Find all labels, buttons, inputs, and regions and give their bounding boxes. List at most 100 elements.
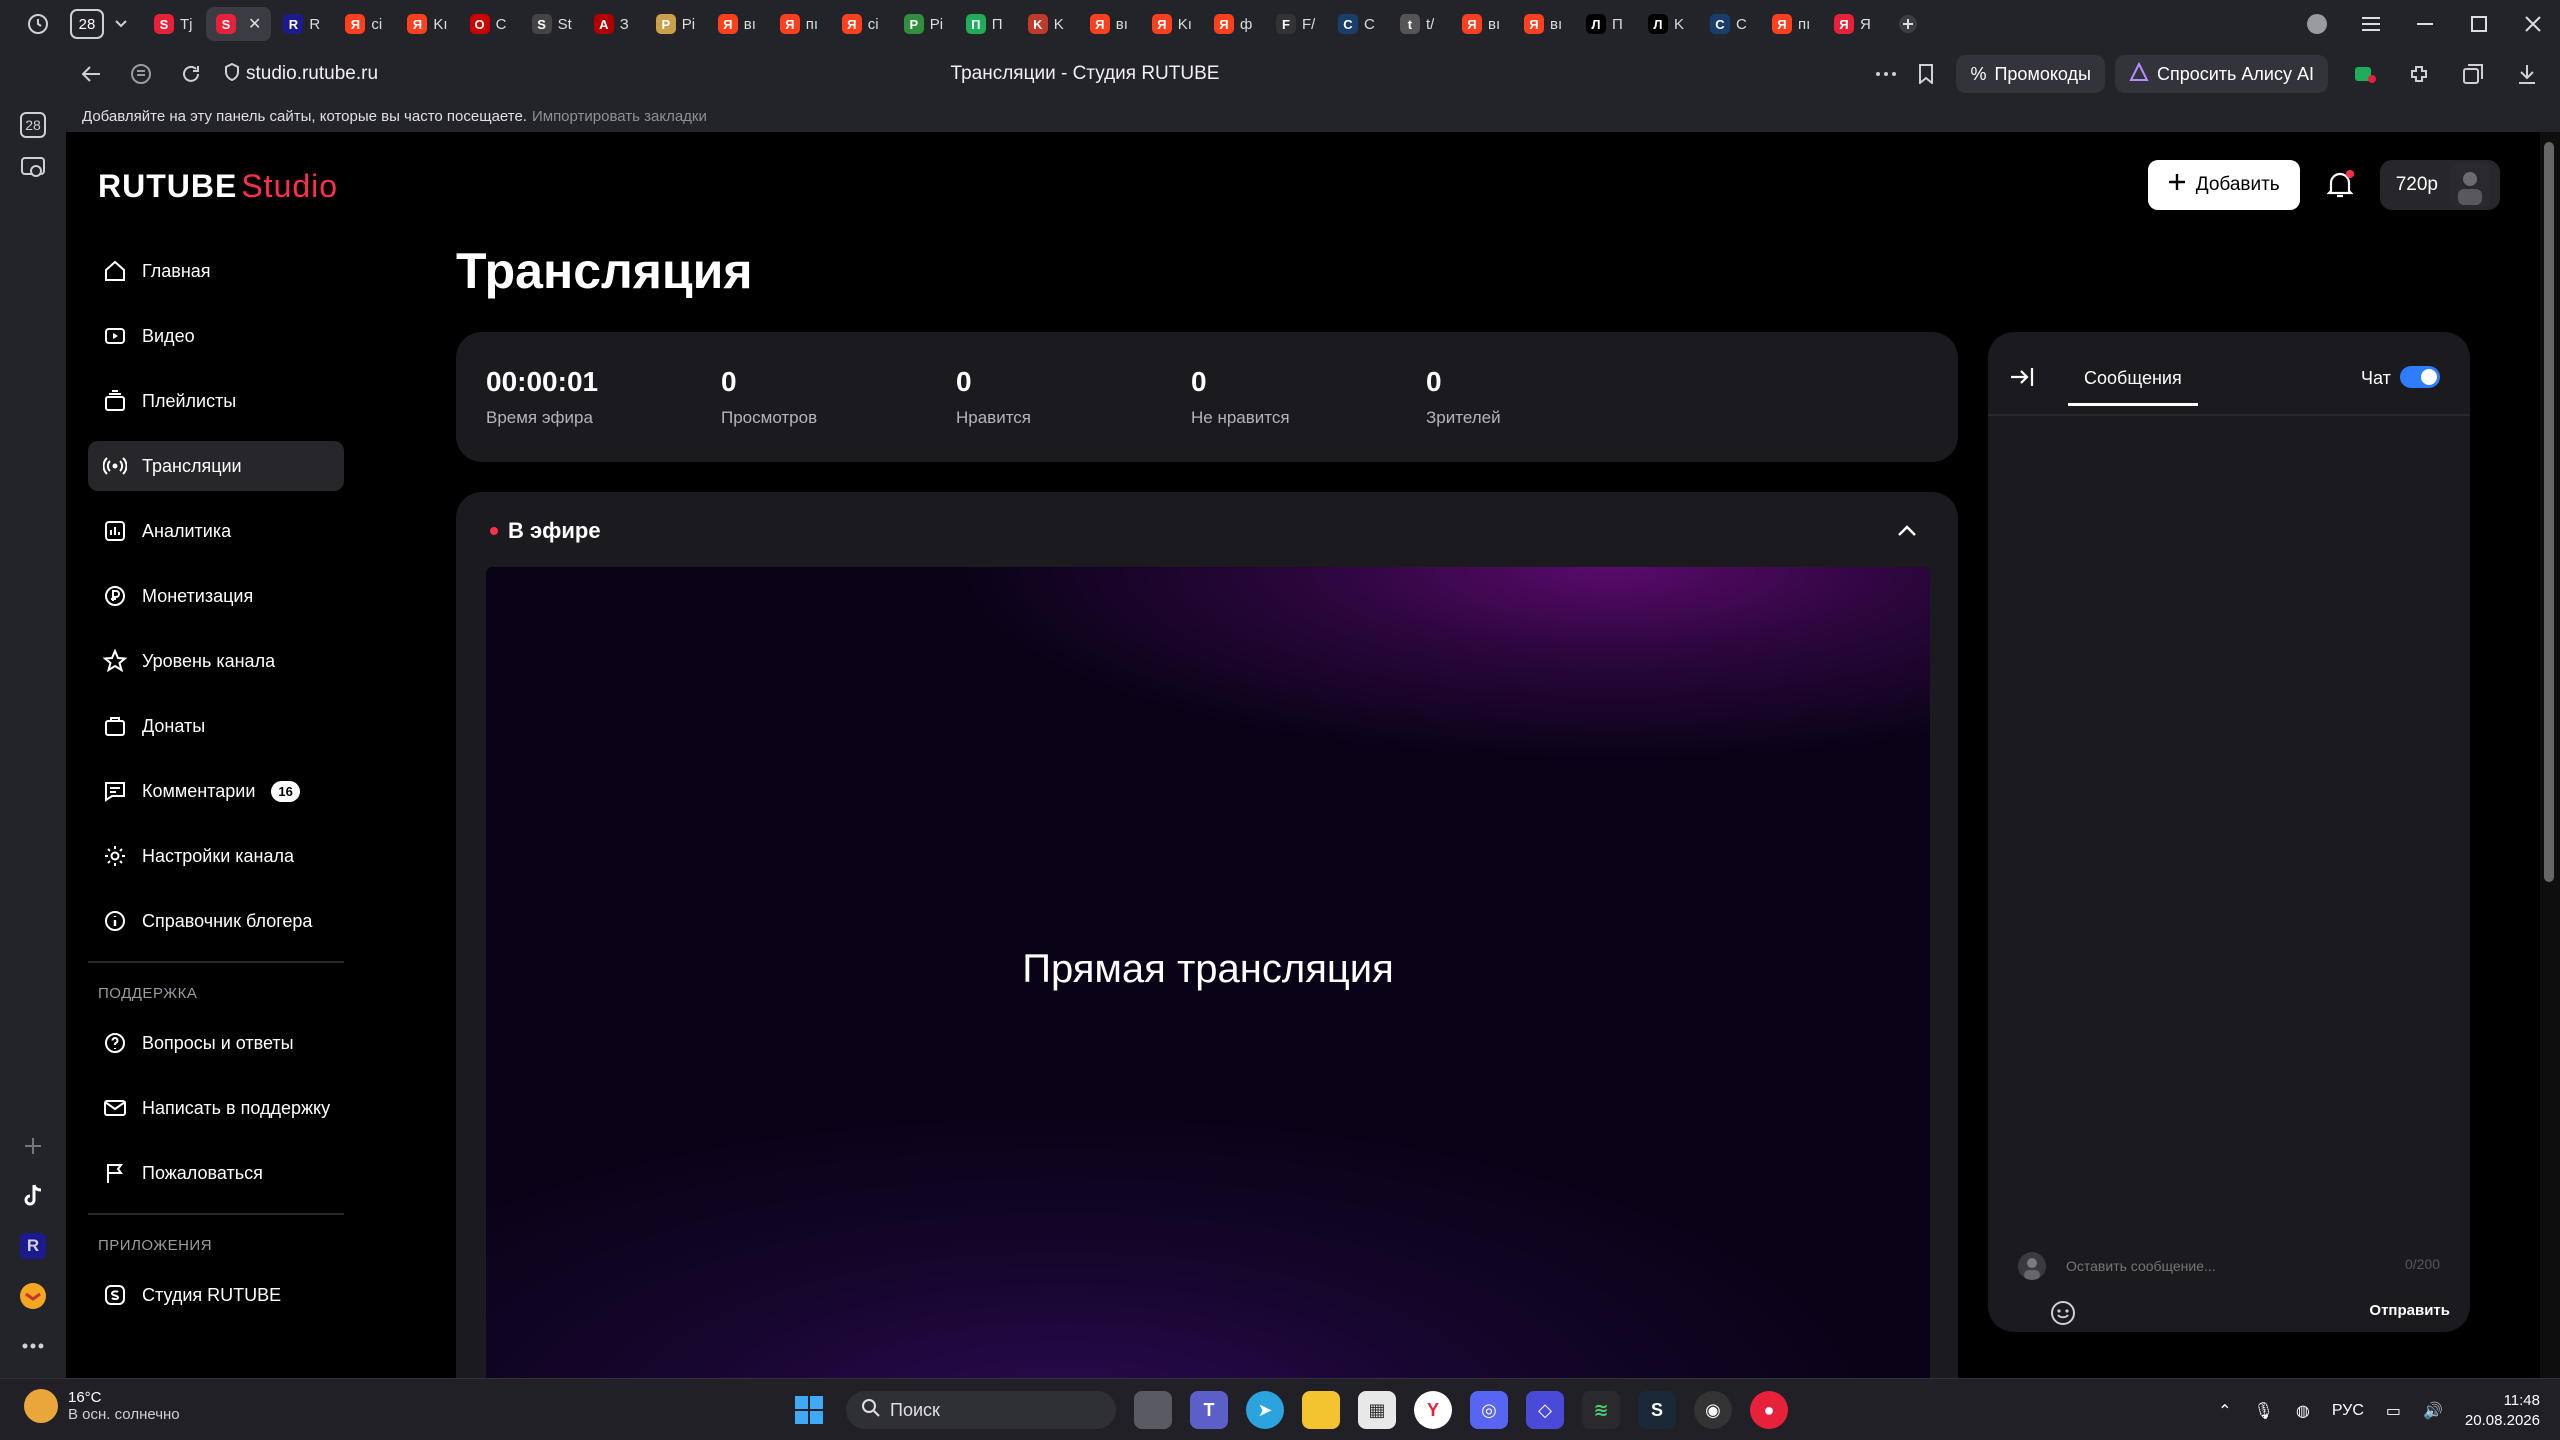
scrollbar-thumb[interactable] bbox=[2544, 142, 2554, 882]
tiktok-icon[interactable] bbox=[13, 1176, 53, 1216]
sidebar-item-analytics[interactable]: Аналитика bbox=[88, 506, 344, 556]
more-icon[interactable] bbox=[13, 1326, 53, 1366]
microphone-app-icon[interactable]: ● bbox=[1750, 1391, 1788, 1429]
browser-tab[interactable]: Я Kı bbox=[1142, 7, 1202, 41]
display-icon[interactable]: ▭ bbox=[2386, 1401, 2401, 1421]
new-tab-icon[interactable] bbox=[1888, 4, 1928, 44]
quality-selector[interactable]: 720p bbox=[2379, 160, 2500, 210]
promo-button[interactable]: % Промокоды bbox=[1956, 55, 2105, 93]
rutube-studio-logo[interactable]: RUTUBE Studio bbox=[98, 168, 338, 205]
browser-tab[interactable]: P Pi bbox=[894, 7, 954, 41]
tabs-panel-icon[interactable]: 28 bbox=[20, 112, 46, 138]
add-panel-icon[interactable] bbox=[13, 1126, 53, 1166]
sidebar-item-home[interactable]: Главная bbox=[88, 246, 344, 296]
maximize-icon[interactable] bbox=[2452, 0, 2506, 48]
chevron-up-icon[interactable]: ⌃ bbox=[2218, 1401, 2231, 1421]
close-tab-icon[interactable]: ✕ bbox=[248, 14, 261, 34]
sidebar-item-gear[interactable]: Настройки канала bbox=[88, 831, 344, 881]
collections-panel-icon[interactable] bbox=[2446, 48, 2500, 100]
history-icon[interactable] bbox=[18, 4, 58, 44]
browser-tab[interactable]: ЯЯ bbox=[1824, 7, 1884, 41]
import-bookmarks-link[interactable]: Импортировать закладки bbox=[532, 108, 707, 125]
task-view-icon[interactable] bbox=[1134, 1391, 1172, 1429]
browser-tab[interactable]: Япı bbox=[1762, 7, 1822, 41]
sidebar-item-playlist[interactable]: Плейлисты bbox=[88, 376, 344, 426]
browser-tab[interactable]: СС bbox=[1328, 7, 1388, 41]
chevron-down-icon[interactable] bbox=[104, 4, 138, 44]
close-icon[interactable] bbox=[2506, 0, 2560, 48]
network-icon[interactable]: ◍ bbox=[2296, 1401, 2310, 1421]
send-button[interactable]: Отправить bbox=[2369, 1302, 2450, 1319]
collapse-chat-icon[interactable] bbox=[2002, 362, 2042, 392]
microphone-icon[interactable]: 🎙 bbox=[2254, 1401, 2274, 1421]
sidebar-item-video[interactable]: Видео bbox=[88, 311, 344, 361]
app-icon-indigo[interactable]: ◇ bbox=[1526, 1391, 1564, 1429]
download-icon[interactable] bbox=[2500, 48, 2554, 100]
sidebar-item-help[interactable]: Вопросы и ответы bbox=[88, 1018, 344, 1068]
profile-icon[interactable] bbox=[2290, 0, 2344, 48]
mail-panel-icon[interactable] bbox=[13, 1276, 53, 1316]
sidebar-item-flag[interactable]: Пожаловаться bbox=[88, 1148, 344, 1198]
app-icon-green[interactable]: ≋ bbox=[1582, 1391, 1620, 1429]
menu-icon[interactable] bbox=[2344, 0, 2398, 48]
browser-tab[interactable]: Явı bbox=[1080, 7, 1140, 41]
browser-tab[interactable]: S Тj bbox=[144, 7, 204, 41]
protect-icon[interactable] bbox=[116, 48, 166, 100]
browser-tab[interactable]: ПП bbox=[956, 7, 1016, 41]
bookmark-icon[interactable] bbox=[1906, 48, 1946, 100]
reload-icon[interactable] bbox=[166, 48, 216, 100]
extensions-icon[interactable] bbox=[2392, 48, 2446, 100]
browser-tab[interactable]: ЛП bbox=[1576, 7, 1636, 41]
browser-tab[interactable]: t t/ bbox=[1390, 7, 1450, 41]
emoji-icon[interactable] bbox=[2048, 1298, 2078, 1328]
chat-message-input[interactable] bbox=[2066, 1258, 2316, 1274]
yandex-browser-icon[interactable]: Y bbox=[1414, 1391, 1452, 1429]
browser-tab[interactable]: ЛK bbox=[1638, 7, 1698, 41]
tab-messages[interactable]: Сообщения bbox=[2068, 358, 2198, 406]
browser-tab[interactable]: Явı bbox=[708, 7, 768, 41]
chat-toggle[interactable] bbox=[2400, 366, 2440, 388]
sidebar-item-broadcast[interactable]: Трансляции bbox=[88, 441, 344, 491]
browser-tab[interactable]: F F/ bbox=[1266, 7, 1326, 41]
tab-count-button[interactable]: 28 bbox=[70, 9, 104, 39]
sidebar-item-donate[interactable]: Донаты bbox=[88, 701, 344, 751]
sidebar-item-studio-app[interactable]: Студия RUTUBE bbox=[88, 1270, 344, 1320]
volume-icon[interactable]: 🔊 bbox=[2423, 1401, 2443, 1421]
sidebar-item-mail[interactable]: Написать в поддержку bbox=[88, 1083, 344, 1133]
alice-button[interactable]: Спросить Алису AI bbox=[2114, 55, 2328, 93]
browser-tab[interactable]: S St bbox=[522, 7, 582, 41]
more-icon[interactable] bbox=[1866, 48, 1906, 100]
windows-start-icon[interactable] bbox=[790, 1391, 828, 1429]
extension-green-icon[interactable] bbox=[2338, 48, 2392, 100]
browser-tab[interactable]: Я Kı bbox=[397, 7, 457, 41]
avatar[interactable] bbox=[2450, 163, 2490, 207]
browser-tab[interactable]: KK bbox=[1018, 7, 1078, 41]
browser-tab[interactable]: S ✕ bbox=[206, 7, 272, 41]
browser-tab[interactable]: Яф bbox=[1204, 7, 1264, 41]
browser-tab[interactable]: AЗ bbox=[584, 7, 644, 41]
stream-preview[interactable]: Прямая трансляция bbox=[486, 567, 1930, 1378]
app-icon-blue[interactable]: ◎ bbox=[1470, 1391, 1508, 1429]
browser-tab[interactable]: Явı bbox=[1514, 7, 1574, 41]
clock[interactable]: 11:48 20.08.2026 bbox=[2465, 1391, 2540, 1431]
app-icon-dark[interactable]: ◉ bbox=[1694, 1391, 1732, 1429]
sidebar-item-star[interactable]: Уровень канала bbox=[88, 636, 344, 686]
rutube-panel-icon[interactable]: R bbox=[13, 1226, 53, 1266]
browser-tab[interactable]: RR bbox=[273, 7, 333, 41]
teams-icon[interactable]: T bbox=[1190, 1391, 1228, 1429]
url-field[interactable]: studio.rutube.ru bbox=[246, 63, 378, 85]
browser-tab[interactable]: Явı bbox=[1452, 7, 1512, 41]
screenshot-icon[interactable] bbox=[13, 148, 53, 188]
taskbar-search[interactable]: Поиск bbox=[846, 1391, 1116, 1429]
telegram-icon[interactable]: ➤ bbox=[1246, 1391, 1284, 1429]
sidebar-item-comment[interactable]: Комментарии 16 bbox=[88, 766, 344, 816]
bell-icon[interactable] bbox=[2322, 167, 2358, 203]
file-explorer-icon[interactable] bbox=[1302, 1391, 1340, 1429]
browser-tab[interactable]: OС bbox=[460, 7, 520, 41]
back-icon[interactable] bbox=[66, 48, 116, 100]
store-icon[interactable]: ▦ bbox=[1358, 1391, 1396, 1429]
sidebar-item-monetization[interactable]: Монетизация bbox=[88, 571, 344, 621]
minimize-icon[interactable] bbox=[2398, 0, 2452, 48]
weather-widget[interactable]: 16°C В осн. солнечно bbox=[24, 1389, 180, 1423]
page-scrollbar[interactable] bbox=[2540, 132, 2560, 1378]
